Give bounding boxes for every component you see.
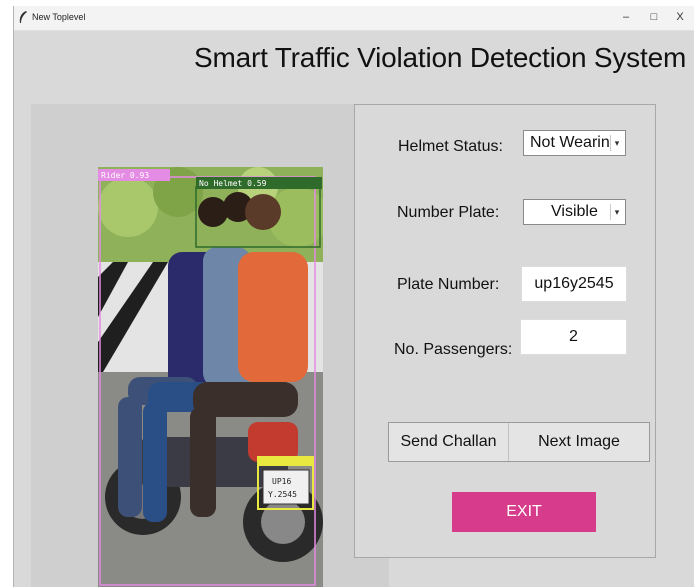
feather-icon [19,11,27,23]
helmet-status-value: Not Wearing [530,134,610,151]
dropdown-arrow-icon: ▾ [610,204,623,220]
passengers-label: No. Passengers: [394,341,513,358]
send-challan-button[interactable]: Send Challan [389,423,509,461]
minimize-button[interactable]: – [616,11,636,23]
number-plate-value: Visible [551,203,598,220]
plate-on-image-line1: UP16 [272,477,291,486]
number-plate-dropdown[interactable]: Visible ▾ [523,199,626,225]
title-bar[interactable]: New Toplevel – □ X [14,6,694,31]
page-title: Smart Traffic Violation Detection System [194,42,687,73]
plate-number-label: Plate Number: [397,276,500,293]
detection-image: UP16 Y.2545 Rider 0.93 No Helmet 0.59 [98,167,323,587]
next-image-button[interactable]: Next Image [509,423,649,461]
window-title: New Toplevel [32,12,86,22]
maximize-button[interactable]: □ [644,11,664,23]
dropdown-arrow-icon: ▾ [610,135,623,151]
helmet-status-label: Helmet Status: [398,138,503,155]
info-panel: Helmet Status: Not Wearing ▾ Number Plat… [354,104,656,558]
close-button[interactable]: X [670,11,690,23]
app-window: New Toplevel – □ X Smart Traffic Violati… [13,6,694,587]
rider-detection-label: Rider 0.93 [101,171,149,180]
number-plate-label: Number Plate: [397,204,500,221]
exit-button[interactable]: EXIT [452,492,596,532]
no-helmet-detection-label: No Helmet 0.59 [199,179,267,188]
helmet-status-dropdown[interactable]: Not Wearing ▾ [523,130,626,156]
passengers-field[interactable]: 2 [520,319,627,355]
action-buttons: Send Challan Next Image [388,422,650,462]
plate-on-image-line2: Y.2545 [268,490,297,499]
plate-number-field[interactable]: up16y2545 [521,266,627,302]
